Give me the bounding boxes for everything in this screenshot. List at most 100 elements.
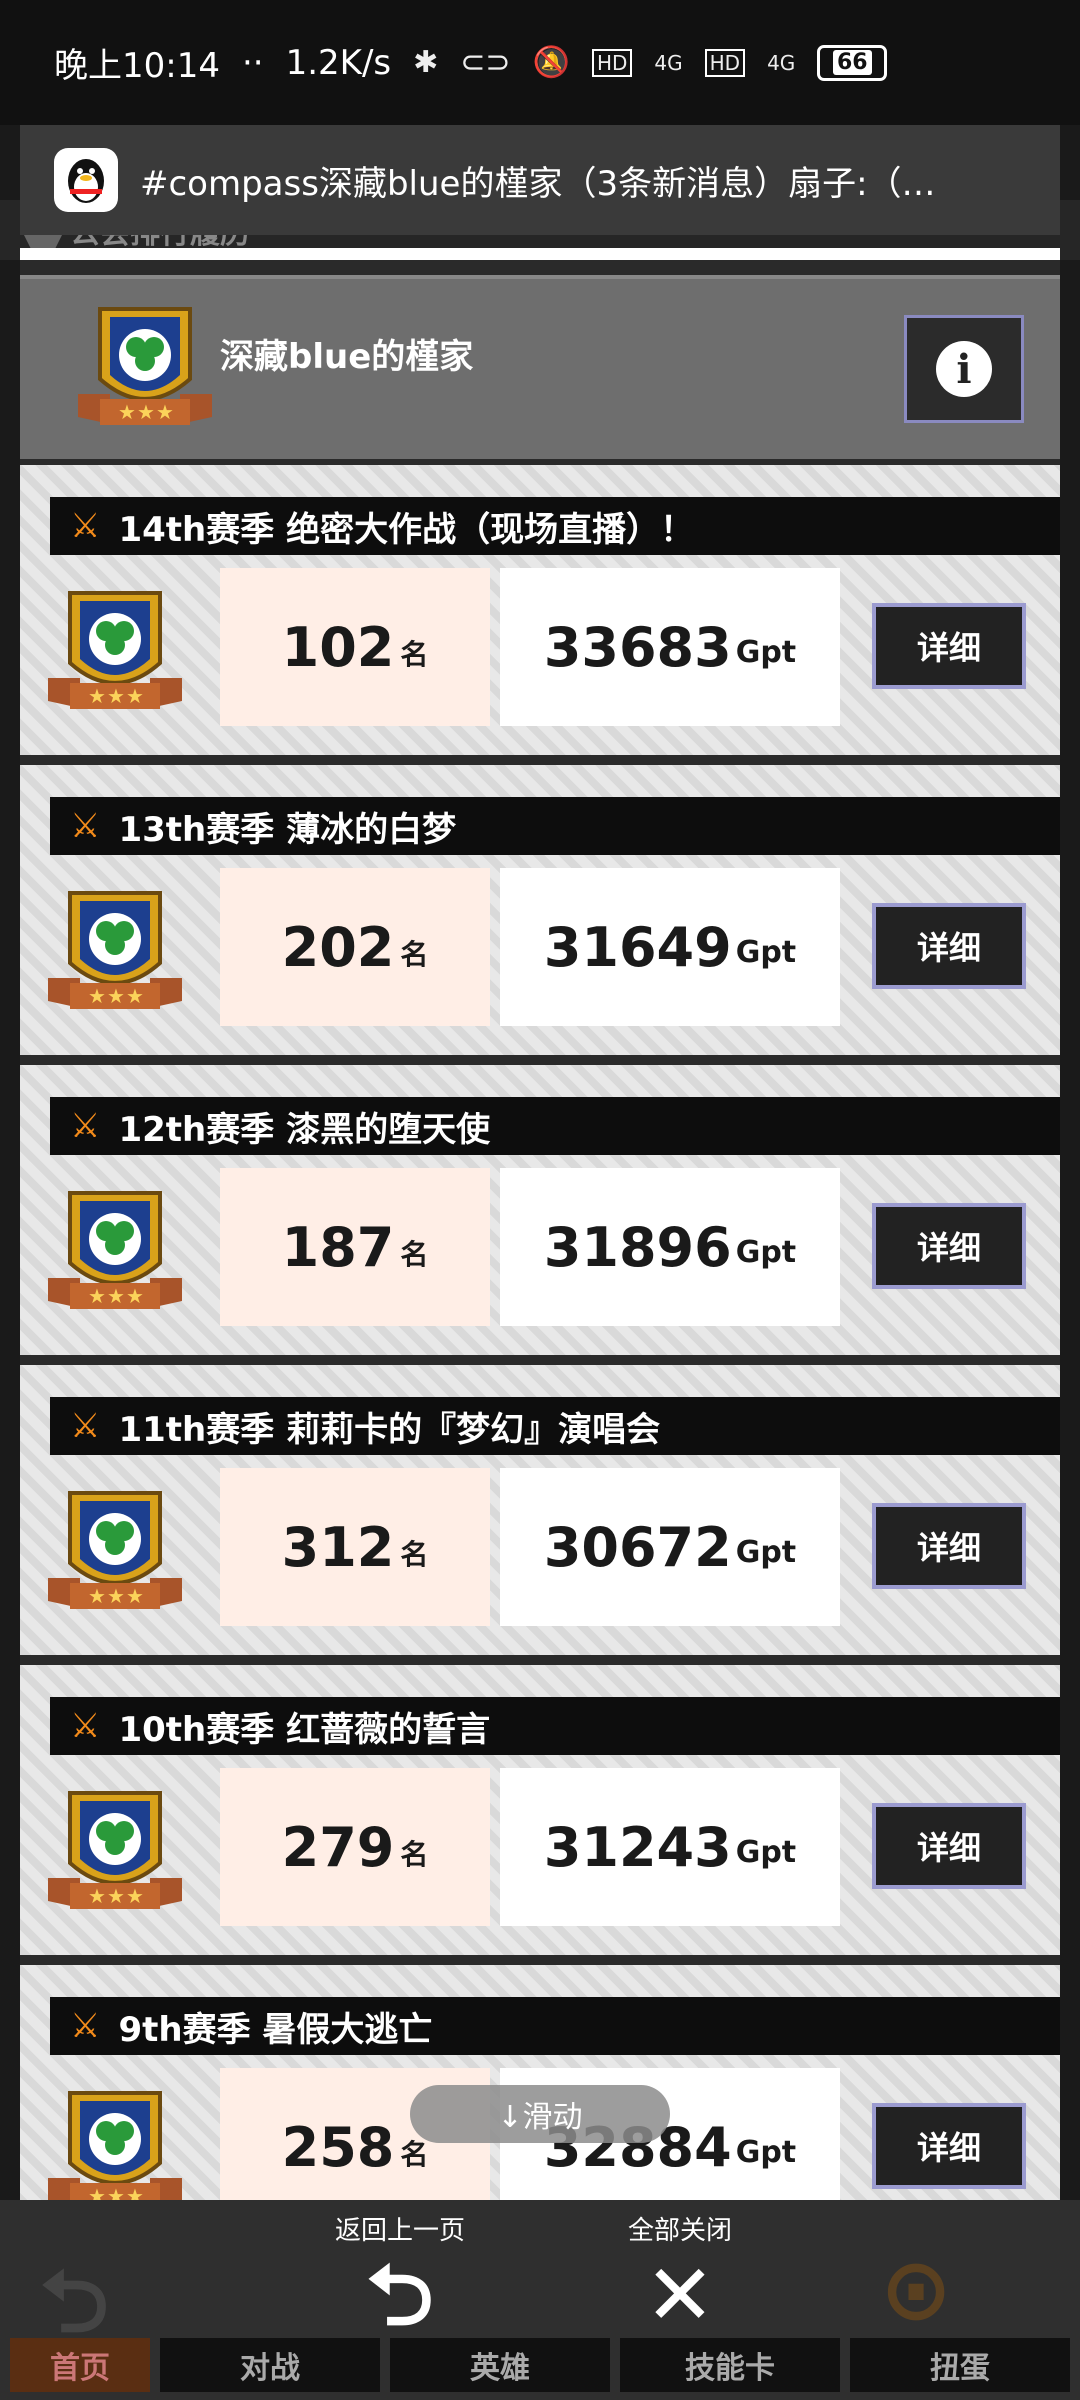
svg-text:★: ★ [126,1884,144,1908]
svg-text:★: ★ [126,984,144,1008]
nav-home[interactable]: 首页 [10,2338,150,2392]
svg-text:★: ★ [126,684,144,708]
bluetooth-icon: ✱ [413,45,439,80]
guild-header: ★ ★ ★ 深藏blue的槿家 i [20,275,1060,459]
rank-value: 102 [281,615,395,679]
rank-unit: 名 [400,1238,429,1271]
guild-emblem-icon: ★ ★ ★ [40,1483,190,1623]
status-time: 晚上10:14 [54,46,220,86]
season-card: ⚔ 13th赛季 薄冰的白梦 ★ ★ ★ 202 名 31649 Gpt 详细 [20,765,1060,1055]
guild-ranking-panel: ★ ★ ★ 深藏blue的槿家 i ⚔ 14th赛季 绝密大作战（现场直播）！ ★ ★… [20,260,1060,2200]
svg-text:★: ★ [88,984,106,1008]
score-value: 31896 [543,1215,732,1279]
detail-button[interactable]: 详细 [872,1203,1026,1289]
svg-text:★: ★ [126,1584,144,1608]
guild-emblem-icon: ★ ★ ★ [40,583,190,723]
season-title: 14th赛季 绝密大作战（现场直播）！ [118,509,695,550]
qq-penguin-icon [54,148,118,212]
svg-text:★: ★ [88,2184,106,2200]
close-icon: ✕ [644,2246,716,2344]
rank-box: 102 名 [220,568,490,726]
score-box: 31649 Gpt [500,868,840,1026]
score-unit: Gpt [735,634,797,670]
score-box: 30672 Gpt [500,1468,840,1626]
season-title-bar: ⚔ 12th赛季 漆黑的堕天使 [50,1097,1060,1155]
season-card: ⚔ 14th赛季 绝密大作战（现场直播）！ ★ ★ ★ 102 名 33683 Gpt 详细 [20,465,1060,755]
season-title: 9th赛季 暑假大逃亡 [118,2009,433,2050]
rank-unit: 名 [400,638,429,671]
nav-battle[interactable]: 对战 [160,2338,380,2392]
season-card: ⚔ 9th赛季 暑假大逃亡 ★ ★ ★ 258 名 32884 Gpt 详细 [20,1965,1060,2200]
close-all-label: 全部关闭 [627,2216,732,2246]
nav-gacha[interactable]: 扭蛋 [850,2338,1070,2392]
mute-bell-icon: 🔕 [532,45,570,80]
score-value: 31649 [543,915,732,979]
guild-emblem-icon: ★ ★ ★ [40,2083,190,2200]
season-card: ⚔ 11th赛季 莉莉卡的『梦幻』演唱会 ★ ★ ★ 312 名 30672 Gpt 详细 [20,1365,1060,1655]
guild-info-button[interactable]: i [904,315,1024,423]
svg-text:★: ★ [156,400,174,424]
rank-unit: 名 [400,1838,429,1871]
season-title-bar: ⚔ 10th赛季 红蔷薇的誓言 [50,1697,1060,1755]
rank-value: 279 [281,1815,395,1879]
detail-button[interactable]: 详细 [872,2103,1026,2189]
crossed-swords-icon: ⚔ [70,1406,101,1446]
detail-button[interactable]: 详细 [872,1503,1026,1589]
toggle-icon: ⊂⊃ [460,45,511,80]
close-all-button[interactable]: 全部关闭 ✕ [580,2210,780,2337]
svg-text:★: ★ [107,1884,125,1908]
guild-emblem-icon: ★ ★ ★ [70,299,220,439]
svg-text:★: ★ [126,1284,144,1308]
score-box: 31896 Gpt [500,1168,840,1326]
detail-button[interactable]: 详细 [872,1803,1026,1889]
battery-icon: 66 [817,44,888,81]
score-unit: Gpt [735,1234,797,1270]
crossed-swords-icon: ⚔ [70,806,101,846]
svg-text:★: ★ [118,400,136,424]
score-unit: Gpt [735,934,797,970]
svg-text:★: ★ [126,2184,144,2200]
season-title: 13th赛季 薄冰的白梦 [118,809,457,850]
svg-text:★: ★ [137,400,155,424]
status-bar: 晚上10:14 ·· 1.2K/s ✱ ⊂⊃ 🔕 HD 4G HD 4G 66 [0,0,1080,125]
season-title: 10th赛季 红蔷薇的誓言 [118,1709,491,1750]
season-title-bar: ⚔ 9th赛季 暑假大逃亡 [50,1997,1060,2055]
rank-unit: 名 [400,938,429,971]
season-title: 12th赛季 漆黑的堕天使 [118,1109,491,1150]
rank-box: 187 名 [220,1168,490,1326]
status-dots: ·· [241,42,264,83]
score-unit: Gpt [735,1534,797,1570]
nav-skill-cards[interactable]: 技能卡 [620,2338,840,2392]
crossed-swords-icon: ⚔ [70,1706,101,1746]
svg-text:★: ★ [107,1584,125,1608]
notification-banner[interactable]: #compass深藏blue的槿家（3条新消息）扇子:（… [20,125,1060,235]
rank-value: 187 [281,1215,395,1279]
detail-button[interactable]: 详细 [872,903,1026,989]
back-button[interactable]: 返回上一页 ⮌ [300,2210,500,2337]
rank-box: 312 名 [220,1468,490,1626]
nav-heroes[interactable]: 英雄 [390,2338,610,2392]
guild-emblem-icon: ★ ★ ★ [40,1783,190,1923]
season-card: ⚔ 10th赛季 红蔷薇的誓言 ★ ★ ★ 279 名 31243 Gpt 详细 [20,1665,1060,1955]
gacha-bg-icon: ⊙ [880,2240,953,2340]
score-box: 31243 Gpt [500,1768,840,1926]
score-value: 33683 [543,615,732,679]
detail-button[interactable]: 详细 [872,603,1026,689]
svg-text:★: ★ [88,684,106,708]
svg-text:★: ★ [107,684,125,708]
season-card: ⚔ 12th赛季 漆黑的堕天使 ★ ★ ★ 187 名 31896 Gpt 详细 [20,1065,1060,1355]
rank-box: 202 名 [220,868,490,1026]
network-speed: 1.2K/s [285,42,392,83]
guild-emblem-icon: ★ ★ ★ [40,883,190,1023]
score-value: 30672 [543,1515,732,1579]
info-icon: i [936,341,992,397]
notification-text: #compass深藏blue的槿家（3条新消息）扇子:（… [140,163,936,204]
crossed-swords-icon: ⚔ [70,506,101,546]
signal-icon: 4G [654,50,683,75]
scroll-hint: ↓滑动 [410,2085,670,2143]
rank-value: 258 [281,2115,395,2179]
back-label: 返回上一页 [334,2216,465,2246]
rank-box: 279 名 [220,1768,490,1926]
rank-unit: 名 [400,1538,429,1571]
rank-value: 202 [281,915,395,979]
